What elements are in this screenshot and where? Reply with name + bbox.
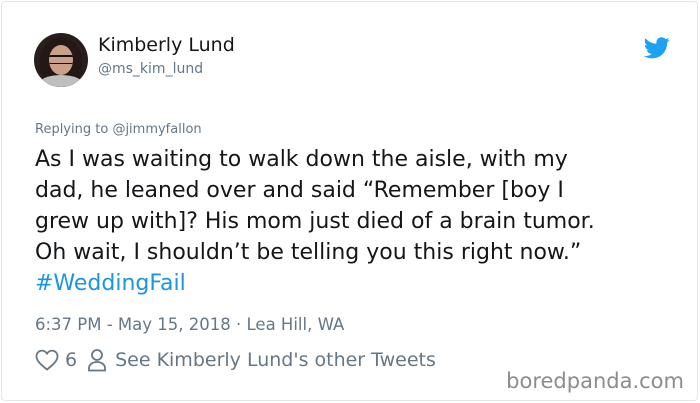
tweet-text-line: Oh wait, I shouldn’t be telling you this…	[35, 240, 582, 265]
replying-prefix: Replying to	[35, 122, 113, 137]
author-handle[interactable]: @ms_kim_lund	[98, 61, 203, 77]
timestamp-link[interactable]: 6:37 PM - May 15, 2018	[35, 315, 231, 334]
avatar[interactable]	[34, 33, 88, 87]
tweet-text: As I was waiting to walk down the aisle,…	[35, 144, 675, 299]
person-outline-icon	[88, 349, 106, 372]
meta-separator: ·	[230, 315, 247, 334]
location-link[interactable]: Lea Hill, WA	[247, 315, 345, 334]
author-name[interactable]: Kimberly Lund	[98, 34, 235, 56]
reply-mention-link[interactable]: @jimmyfallon	[112, 122, 201, 137]
tweet-actions: 6 See Kimberly Lund's other Tweets	[35, 348, 436, 372]
like-count[interactable]: 6	[65, 349, 77, 371]
hashtag-link[interactable]: #WeddingFail	[35, 268, 675, 299]
tweet-card: Kimberly Lund @ms_kim_lund Replying to @…	[1, 1, 698, 401]
tweet-text-line: dad, he leaned over and said “Remember […	[35, 178, 564, 203]
other-tweets-link[interactable]: See Kimberly Lund's other Tweets	[115, 349, 436, 371]
replying-to: Replying to @jimmyfallon	[35, 122, 202, 137]
tweet-metadata: 6:37 PM - May 15, 2018 · Lea Hill, WA	[35, 315, 344, 334]
watermark: boredpanda.com	[506, 369, 684, 393]
tweet-text-line: As I was waiting to walk down the aisle,…	[35, 147, 568, 172]
twitter-bird-icon[interactable]	[644, 37, 670, 59]
tweet-text-line: grew up with]? His mom just died of a br…	[35, 209, 595, 234]
avatar-glasses	[49, 55, 73, 64]
heart-outline-icon[interactable]	[35, 349, 59, 371]
